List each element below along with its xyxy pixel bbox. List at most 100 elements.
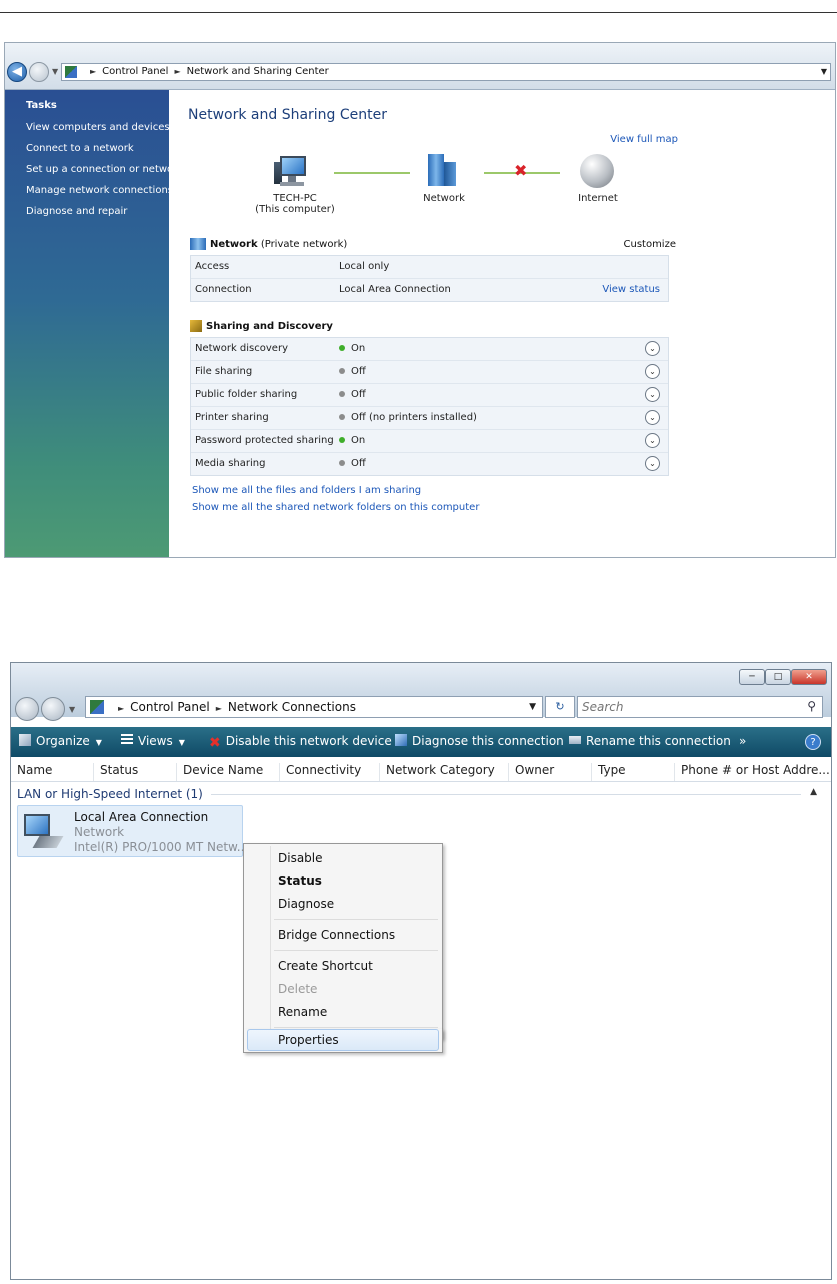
status-off-dot-icon [339, 368, 345, 374]
row-value: On [339, 435, 365, 446]
breadcrumb-separator-icon: ► [215, 704, 222, 713]
local-area-connection-item[interactable]: Local Area Connection Network Intel(R) P… [17, 805, 248, 857]
organize-label: Organize [36, 734, 90, 748]
task-connect-network[interactable]: Connect to a network [26, 143, 134, 154]
address-dropdown-icon[interactable]: ▼ [529, 702, 536, 712]
maximize-button[interactable]: □ [765, 669, 791, 685]
column-headers: Name Status Device Name Connectivity Net… [11, 759, 831, 782]
disable-label: Disable this network device [225, 734, 392, 748]
close-button[interactable]: ✕ [791, 669, 827, 685]
tasks-header: Tasks [26, 100, 57, 111]
row-label: Password protected sharing [195, 435, 334, 446]
more-commands-button[interactable]: » [739, 734, 746, 748]
row-value: Off [339, 458, 366, 469]
menu-item-bridge-connections[interactable]: Bridge Connections [278, 928, 395, 942]
breadcrumb: ► Control Panel ► Network and Sharing Cente… [84, 66, 329, 77]
address-bar[interactable]: ► Control Panel ► Network Connections ▼ [85, 696, 543, 718]
sharing-section-header: Sharing and Discovery [190, 320, 333, 332]
sharing-row-file-sharing: File sharing Off ⌄ [191, 361, 668, 384]
no-connection-x-icon: ✖ [514, 161, 528, 180]
internet-globe-icon[interactable] [580, 154, 614, 188]
row-value: Local Area Connection [339, 284, 451, 295]
menu-item-status[interactable]: Status [278, 874, 322, 888]
row-label: Network discovery [195, 343, 288, 354]
help-icon[interactable]: ? [805, 734, 821, 750]
column-device-name[interactable]: Device Name [176, 763, 263, 781]
task-diagnose-repair[interactable]: Diagnose and repair [26, 206, 127, 217]
network-adapter-icon [22, 812, 64, 852]
menu-item-diagnose[interactable]: Diagnose [278, 897, 334, 911]
refresh-button[interactable]: ↻ [545, 696, 575, 718]
computer-node-label: TECH-PC (This computer) [252, 193, 338, 215]
minimize-icon: ─ [749, 672, 755, 682]
menu-item-properties[interactable]: Properties [278, 1033, 339, 1047]
forward-button[interactable] [29, 62, 49, 82]
breadcrumb-control-panel[interactable]: Control Panel [130, 700, 210, 714]
status-text: Off [351, 458, 366, 469]
collapse-group-icon[interactable]: ▲ [810, 787, 817, 797]
group-header[interactable]: LAN or High-Speed Internet (1) [17, 787, 203, 801]
computer-subtitle: (This computer) [255, 204, 335, 215]
view-full-map-link[interactable]: View full map [610, 134, 678, 145]
status-text: On [351, 435, 366, 446]
status-text: Off [351, 366, 366, 377]
breadcrumb-sharing-center[interactable]: Network and Sharing Center [187, 66, 329, 77]
expand-chevron-icon[interactable]: ⌄ [645, 433, 660, 448]
column-phone-host[interactable]: Phone # or Host Addre... [674, 763, 830, 781]
breadcrumb-control-panel[interactable]: Control Panel [102, 66, 168, 77]
expand-chevron-icon[interactable]: ⌄ [645, 364, 660, 379]
forward-button[interactable] [41, 697, 65, 721]
column-status[interactable]: Status [93, 763, 138, 781]
network-details-table: Access Local only Connection Local Area … [190, 255, 669, 302]
menu-highlight [247, 1029, 439, 1051]
customize-link[interactable]: Customize [624, 239, 677, 250]
expand-chevron-icon[interactable]: ⌄ [645, 387, 660, 402]
column-name[interactable]: Name [11, 763, 52, 781]
expand-chevron-icon[interactable]: ⌄ [645, 456, 660, 471]
computer-name: TECH-PC [273, 193, 317, 204]
organize-button[interactable]: Organize ▼ [19, 734, 102, 748]
back-button[interactable] [15, 697, 39, 721]
status-on-dot-icon [339, 345, 345, 351]
task-manage-connections[interactable]: Manage network connections [26, 185, 173, 196]
back-button[interactable]: ◀ [7, 62, 27, 82]
network-row-access: Access Local only [191, 256, 668, 279]
address-dropdown-icon[interactable]: ▼ [821, 67, 827, 76]
breadcrumb-separator-icon: ► [174, 67, 181, 76]
history-dropdown-icon[interactable]: ▼ [52, 67, 58, 76]
expand-chevron-icon[interactable]: ⌄ [645, 341, 660, 356]
organize-icon [19, 734, 31, 746]
search-input[interactable] [582, 699, 792, 715]
show-shared-files-link[interactable]: Show me all the files and folders I am s… [192, 485, 421, 496]
address-bar[interactable]: ► Control Panel ► Network and Sharing Cente… [61, 63, 831, 81]
menu-item-disable[interactable]: Disable [278, 851, 323, 865]
computer-icon[interactable] [274, 156, 308, 186]
search-icon[interactable]: ⚲ [807, 699, 816, 713]
command-toolbar: Organize ▼ Views ▼ ✖ Disable this network d… [11, 727, 831, 757]
rename-connection-button[interactable]: Rename this connection [569, 734, 731, 748]
show-shared-folders-link[interactable]: Show me all the shared network folders o… [192, 502, 479, 513]
network-icon[interactable] [426, 154, 458, 186]
column-owner[interactable]: Owner [508, 763, 554, 781]
column-type[interactable]: Type [591, 763, 626, 781]
disable-device-button[interactable]: ✖ Disable this network device [209, 734, 392, 751]
menu-item-rename[interactable]: Rename [278, 1005, 327, 1019]
network-node-label: Network [423, 193, 465, 204]
minimize-button[interactable]: ─ [739, 669, 765, 685]
network-row-connection: Connection Local Area Connection View st… [191, 279, 668, 301]
breadcrumb-network-connections[interactable]: Network Connections [228, 700, 356, 714]
column-network-category[interactable]: Network Category [379, 763, 495, 781]
task-setup-connection[interactable]: Set up a connection or network [26, 164, 183, 175]
history-dropdown-icon[interactable]: ▼ [69, 705, 75, 714]
diagnose-connection-button[interactable]: Diagnose this connection [395, 734, 564, 748]
row-label: Connection [195, 284, 252, 295]
expand-chevron-icon[interactable]: ⌄ [645, 410, 660, 425]
menu-item-create-shortcut[interactable]: Create Shortcut [278, 959, 373, 973]
views-button[interactable]: Views ▼ [121, 734, 185, 748]
network-section-title: Network [210, 239, 258, 250]
task-view-computers[interactable]: View computers and devices [26, 122, 170, 133]
column-connectivity[interactable]: Connectivity [279, 763, 361, 781]
sharing-settings-table: Network discovery On ⌄ File sharing Off … [190, 337, 669, 476]
search-box[interactable]: ⚲ [577, 696, 823, 718]
view-status-link[interactable]: View status [602, 284, 660, 295]
